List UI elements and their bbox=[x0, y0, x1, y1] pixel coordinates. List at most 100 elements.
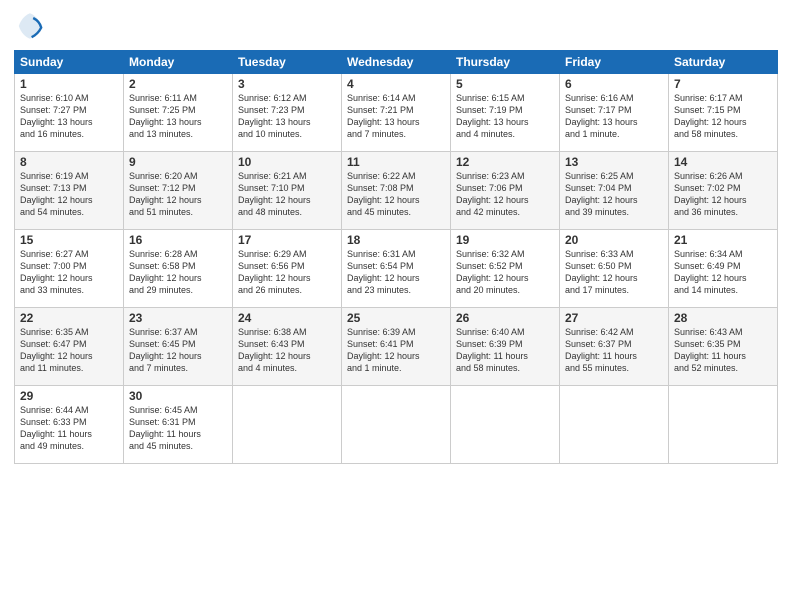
day-info: Sunrise: 6:35 AMSunset: 6:47 PMDaylight:… bbox=[20, 326, 118, 375]
day-number: 12 bbox=[456, 155, 554, 169]
day-number: 15 bbox=[20, 233, 118, 247]
day-number: 5 bbox=[456, 77, 554, 91]
day-number: 22 bbox=[20, 311, 118, 325]
day-header-friday: Friday bbox=[560, 51, 669, 74]
day-cell-15: 15Sunrise: 6:27 AMSunset: 7:00 PMDayligh… bbox=[15, 230, 124, 308]
day-info: Sunrise: 6:38 AMSunset: 6:43 PMDaylight:… bbox=[238, 326, 336, 375]
day-cell-19: 19Sunrise: 6:32 AMSunset: 6:52 PMDayligh… bbox=[451, 230, 560, 308]
day-info: Sunrise: 6:22 AMSunset: 7:08 PMDaylight:… bbox=[347, 170, 445, 219]
day-cell-30: 30Sunrise: 6:45 AMSunset: 6:31 PMDayligh… bbox=[124, 386, 233, 464]
day-number: 30 bbox=[129, 389, 227, 403]
day-info: Sunrise: 6:20 AMSunset: 7:12 PMDaylight:… bbox=[129, 170, 227, 219]
day-info: Sunrise: 6:28 AMSunset: 6:58 PMDaylight:… bbox=[129, 248, 227, 297]
day-number: 8 bbox=[20, 155, 118, 169]
day-number: 9 bbox=[129, 155, 227, 169]
day-number: 28 bbox=[674, 311, 772, 325]
day-info: Sunrise: 6:11 AMSunset: 7:25 PMDaylight:… bbox=[129, 92, 227, 141]
day-info: Sunrise: 6:31 AMSunset: 6:54 PMDaylight:… bbox=[347, 248, 445, 297]
empty-cell bbox=[451, 386, 560, 464]
calendar: SundayMondayTuesdayWednesdayThursdayFrid… bbox=[14, 50, 778, 464]
day-number: 18 bbox=[347, 233, 445, 247]
day-number: 19 bbox=[456, 233, 554, 247]
day-number: 20 bbox=[565, 233, 663, 247]
day-info: Sunrise: 6:23 AMSunset: 7:06 PMDaylight:… bbox=[456, 170, 554, 219]
day-cell-18: 18Sunrise: 6:31 AMSunset: 6:54 PMDayligh… bbox=[342, 230, 451, 308]
day-cell-12: 12Sunrise: 6:23 AMSunset: 7:06 PMDayligh… bbox=[451, 152, 560, 230]
day-cell-8: 8Sunrise: 6:19 AMSunset: 7:13 PMDaylight… bbox=[15, 152, 124, 230]
day-info: Sunrise: 6:40 AMSunset: 6:39 PMDaylight:… bbox=[456, 326, 554, 375]
day-cell-28: 28Sunrise: 6:43 AMSunset: 6:35 PMDayligh… bbox=[669, 308, 778, 386]
day-cell-11: 11Sunrise: 6:22 AMSunset: 7:08 PMDayligh… bbox=[342, 152, 451, 230]
day-info: Sunrise: 6:37 AMSunset: 6:45 PMDaylight:… bbox=[129, 326, 227, 375]
day-info: Sunrise: 6:32 AMSunset: 6:52 PMDaylight:… bbox=[456, 248, 554, 297]
calendar-header-row: SundayMondayTuesdayWednesdayThursdayFrid… bbox=[15, 51, 778, 74]
day-number: 25 bbox=[347, 311, 445, 325]
day-info: Sunrise: 6:26 AMSunset: 7:02 PMDaylight:… bbox=[674, 170, 772, 219]
page-container: SundayMondayTuesdayWednesdayThursdayFrid… bbox=[0, 0, 792, 612]
day-info: Sunrise: 6:15 AMSunset: 7:19 PMDaylight:… bbox=[456, 92, 554, 141]
day-number: 7 bbox=[674, 77, 772, 91]
day-number: 4 bbox=[347, 77, 445, 91]
day-cell-17: 17Sunrise: 6:29 AMSunset: 6:56 PMDayligh… bbox=[233, 230, 342, 308]
day-info: Sunrise: 6:17 AMSunset: 7:15 PMDaylight:… bbox=[674, 92, 772, 141]
day-number: 21 bbox=[674, 233, 772, 247]
day-number: 14 bbox=[674, 155, 772, 169]
day-number: 10 bbox=[238, 155, 336, 169]
day-info: Sunrise: 6:43 AMSunset: 6:35 PMDaylight:… bbox=[674, 326, 772, 375]
day-cell-24: 24Sunrise: 6:38 AMSunset: 6:43 PMDayligh… bbox=[233, 308, 342, 386]
day-cell-26: 26Sunrise: 6:40 AMSunset: 6:39 PMDayligh… bbox=[451, 308, 560, 386]
day-number: 6 bbox=[565, 77, 663, 91]
logo bbox=[14, 10, 50, 42]
day-info: Sunrise: 6:12 AMSunset: 7:23 PMDaylight:… bbox=[238, 92, 336, 141]
day-number: 11 bbox=[347, 155, 445, 169]
day-number: 27 bbox=[565, 311, 663, 325]
header bbox=[14, 10, 778, 42]
day-cell-4: 4Sunrise: 6:14 AMSunset: 7:21 PMDaylight… bbox=[342, 74, 451, 152]
calendar-week-4: 22Sunrise: 6:35 AMSunset: 6:47 PMDayligh… bbox=[15, 308, 778, 386]
calendar-week-2: 8Sunrise: 6:19 AMSunset: 7:13 PMDaylight… bbox=[15, 152, 778, 230]
day-number: 29 bbox=[20, 389, 118, 403]
logo-icon bbox=[14, 10, 46, 42]
day-number: 16 bbox=[129, 233, 227, 247]
calendar-week-5: 29Sunrise: 6:44 AMSunset: 6:33 PMDayligh… bbox=[15, 386, 778, 464]
day-info: Sunrise: 6:25 AMSunset: 7:04 PMDaylight:… bbox=[565, 170, 663, 219]
calendar-body: 1Sunrise: 6:10 AMSunset: 7:27 PMDaylight… bbox=[15, 74, 778, 464]
day-info: Sunrise: 6:34 AMSunset: 6:49 PMDaylight:… bbox=[674, 248, 772, 297]
empty-cell bbox=[342, 386, 451, 464]
day-cell-2: 2Sunrise: 6:11 AMSunset: 7:25 PMDaylight… bbox=[124, 74, 233, 152]
day-header-sunday: Sunday bbox=[15, 51, 124, 74]
day-info: Sunrise: 6:21 AMSunset: 7:10 PMDaylight:… bbox=[238, 170, 336, 219]
day-cell-29: 29Sunrise: 6:44 AMSunset: 6:33 PMDayligh… bbox=[15, 386, 124, 464]
day-cell-13: 13Sunrise: 6:25 AMSunset: 7:04 PMDayligh… bbox=[560, 152, 669, 230]
day-cell-1: 1Sunrise: 6:10 AMSunset: 7:27 PMDaylight… bbox=[15, 74, 124, 152]
calendar-week-1: 1Sunrise: 6:10 AMSunset: 7:27 PMDaylight… bbox=[15, 74, 778, 152]
day-number: 1 bbox=[20, 77, 118, 91]
day-info: Sunrise: 6:14 AMSunset: 7:21 PMDaylight:… bbox=[347, 92, 445, 141]
day-cell-7: 7Sunrise: 6:17 AMSunset: 7:15 PMDaylight… bbox=[669, 74, 778, 152]
empty-cell bbox=[233, 386, 342, 464]
day-cell-9: 9Sunrise: 6:20 AMSunset: 7:12 PMDaylight… bbox=[124, 152, 233, 230]
day-cell-20: 20Sunrise: 6:33 AMSunset: 6:50 PMDayligh… bbox=[560, 230, 669, 308]
day-number: 17 bbox=[238, 233, 336, 247]
day-number: 24 bbox=[238, 311, 336, 325]
day-cell-25: 25Sunrise: 6:39 AMSunset: 6:41 PMDayligh… bbox=[342, 308, 451, 386]
day-header-saturday: Saturday bbox=[669, 51, 778, 74]
day-number: 2 bbox=[129, 77, 227, 91]
calendar-week-3: 15Sunrise: 6:27 AMSunset: 7:00 PMDayligh… bbox=[15, 230, 778, 308]
day-cell-21: 21Sunrise: 6:34 AMSunset: 6:49 PMDayligh… bbox=[669, 230, 778, 308]
day-info: Sunrise: 6:27 AMSunset: 7:00 PMDaylight:… bbox=[20, 248, 118, 297]
day-cell-22: 22Sunrise: 6:35 AMSunset: 6:47 PMDayligh… bbox=[15, 308, 124, 386]
empty-cell bbox=[669, 386, 778, 464]
day-number: 23 bbox=[129, 311, 227, 325]
day-cell-23: 23Sunrise: 6:37 AMSunset: 6:45 PMDayligh… bbox=[124, 308, 233, 386]
day-header-monday: Monday bbox=[124, 51, 233, 74]
day-info: Sunrise: 6:19 AMSunset: 7:13 PMDaylight:… bbox=[20, 170, 118, 219]
day-cell-5: 5Sunrise: 6:15 AMSunset: 7:19 PMDaylight… bbox=[451, 74, 560, 152]
day-number: 26 bbox=[456, 311, 554, 325]
day-cell-14: 14Sunrise: 6:26 AMSunset: 7:02 PMDayligh… bbox=[669, 152, 778, 230]
day-number: 13 bbox=[565, 155, 663, 169]
day-info: Sunrise: 6:33 AMSunset: 6:50 PMDaylight:… bbox=[565, 248, 663, 297]
day-cell-10: 10Sunrise: 6:21 AMSunset: 7:10 PMDayligh… bbox=[233, 152, 342, 230]
day-info: Sunrise: 6:16 AMSunset: 7:17 PMDaylight:… bbox=[565, 92, 663, 141]
day-info: Sunrise: 6:42 AMSunset: 6:37 PMDaylight:… bbox=[565, 326, 663, 375]
